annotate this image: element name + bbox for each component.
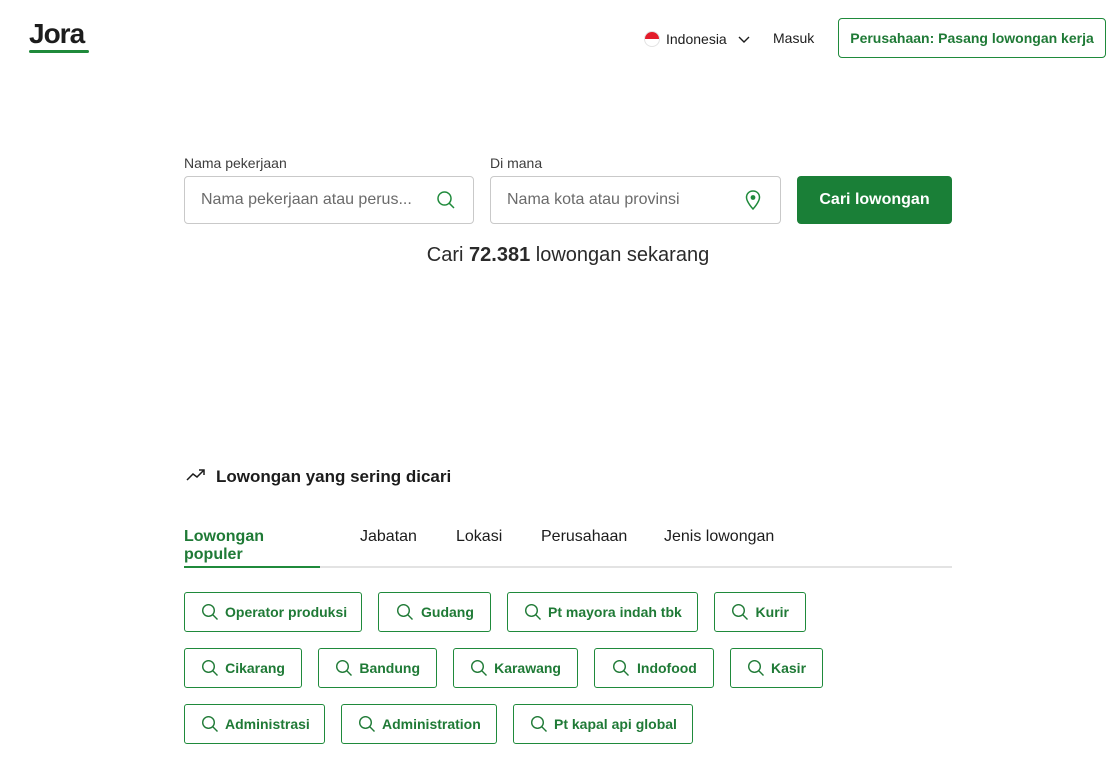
country-selector[interactable]: Indonesia (644, 29, 751, 49)
job-count-text: Cari 72.381 lowongan sekarang (184, 244, 952, 267)
search-icon (435, 189, 457, 211)
job-count-suffix: lowongan sekarang (535, 244, 710, 266)
login-link[interactable]: Masuk (773, 30, 814, 46)
chip-label: Operator produksi (225, 604, 348, 620)
popular-section-title: Lowongan yang sering dicari (186, 467, 451, 487)
job-title-input[interactable] (201, 191, 425, 209)
search-icon (201, 658, 219, 678)
chip-indofood[interactable]: Indofood (594, 648, 714, 688)
chip-label: Kasir (771, 660, 807, 676)
chip-label: Pt mayora indah tbk (548, 604, 682, 620)
search-jobs-button[interactable]: Cari lowongan (797, 176, 952, 224)
search-icon (201, 714, 219, 734)
search-icon (731, 602, 750, 622)
search-icon (747, 658, 765, 678)
tab-lokasi[interactable]: Lokasi (456, 522, 502, 568)
location-input[interactable] (507, 191, 732, 209)
chip-bandung[interactable]: Bandung (318, 648, 437, 688)
search-icon (530, 714, 548, 734)
post-job-button[interactable]: Perusahaan: Pasang lowongan kerja (838, 18, 1106, 58)
job-title-field[interactable] (184, 176, 474, 224)
chip-cikarang[interactable]: Cikarang (184, 648, 302, 688)
chip-label: Karawang (494, 660, 561, 676)
chip-pt-mayora-indah-tbk[interactable]: Pt mayora indah tbk (507, 592, 698, 632)
chip-label: Bandung (359, 660, 420, 676)
location-pin-icon (742, 189, 764, 211)
chip-label: Administrasi (225, 716, 310, 732)
job-count-prefix: Cari (426, 244, 464, 266)
chip-administrasi[interactable]: Administrasi (184, 704, 325, 744)
job-count-number: 72.381 (469, 244, 531, 266)
chip-pt-kapal-api-global[interactable]: Pt kapal api global (513, 704, 693, 744)
location-field[interactable] (490, 176, 781, 224)
popular-tabs: Lowongan populer Jabatan Lokasi Perusaha… (184, 522, 952, 568)
tab-jabatan[interactable]: Jabatan (360, 522, 417, 568)
search-icon (395, 602, 415, 622)
search-icon (524, 602, 542, 622)
page: Jora Indonesia Masuk Perusahaan: Pasang … (0, 0, 1120, 763)
chip-karawang[interactable]: Karawang (453, 648, 578, 688)
trending-up-icon (186, 467, 206, 487)
tab-perusahaan[interactable]: Perusahaan (541, 522, 627, 568)
location-label: Di mana (490, 155, 543, 171)
search-icon (358, 714, 376, 734)
jora-logo[interactable]: Jora (29, 18, 85, 50)
chip-label: Kurir (755, 604, 789, 620)
chip-kurir[interactable]: Kurir (714, 592, 806, 632)
chip-label: Indofood (637, 660, 697, 676)
chip-administration[interactable]: Administration (341, 704, 497, 744)
search-icon (335, 658, 353, 678)
chip-gudang[interactable]: Gudang (378, 592, 491, 632)
chip-label: Administration (382, 716, 481, 732)
chip-label: Pt kapal api global (554, 716, 677, 732)
job-title-label: Nama pekerjaan (184, 155, 287, 171)
popular-title-text: Lowongan yang sering dicari (216, 467, 452, 486)
chip-label: Cikarang (225, 660, 285, 676)
tab-lowongan-populer[interactable]: Lowongan populer (184, 522, 320, 568)
search-icon (470, 658, 488, 678)
search-icon (611, 658, 631, 678)
logo-underline (29, 50, 89, 53)
chevron-down-icon (737, 32, 751, 46)
chip-label: Gudang (421, 604, 474, 620)
search-icon (201, 602, 219, 622)
country-label: Indonesia (666, 31, 727, 47)
chip-operator-produksi[interactable]: Operator produksi (184, 592, 362, 632)
flag-icon (644, 31, 660, 47)
tab-jenis-lowongan[interactable]: Jenis lowongan (664, 522, 774, 568)
header: Jora Indonesia Masuk Perusahaan: Pasang … (0, 0, 1120, 80)
chip-kasir[interactable]: Kasir (730, 648, 823, 688)
